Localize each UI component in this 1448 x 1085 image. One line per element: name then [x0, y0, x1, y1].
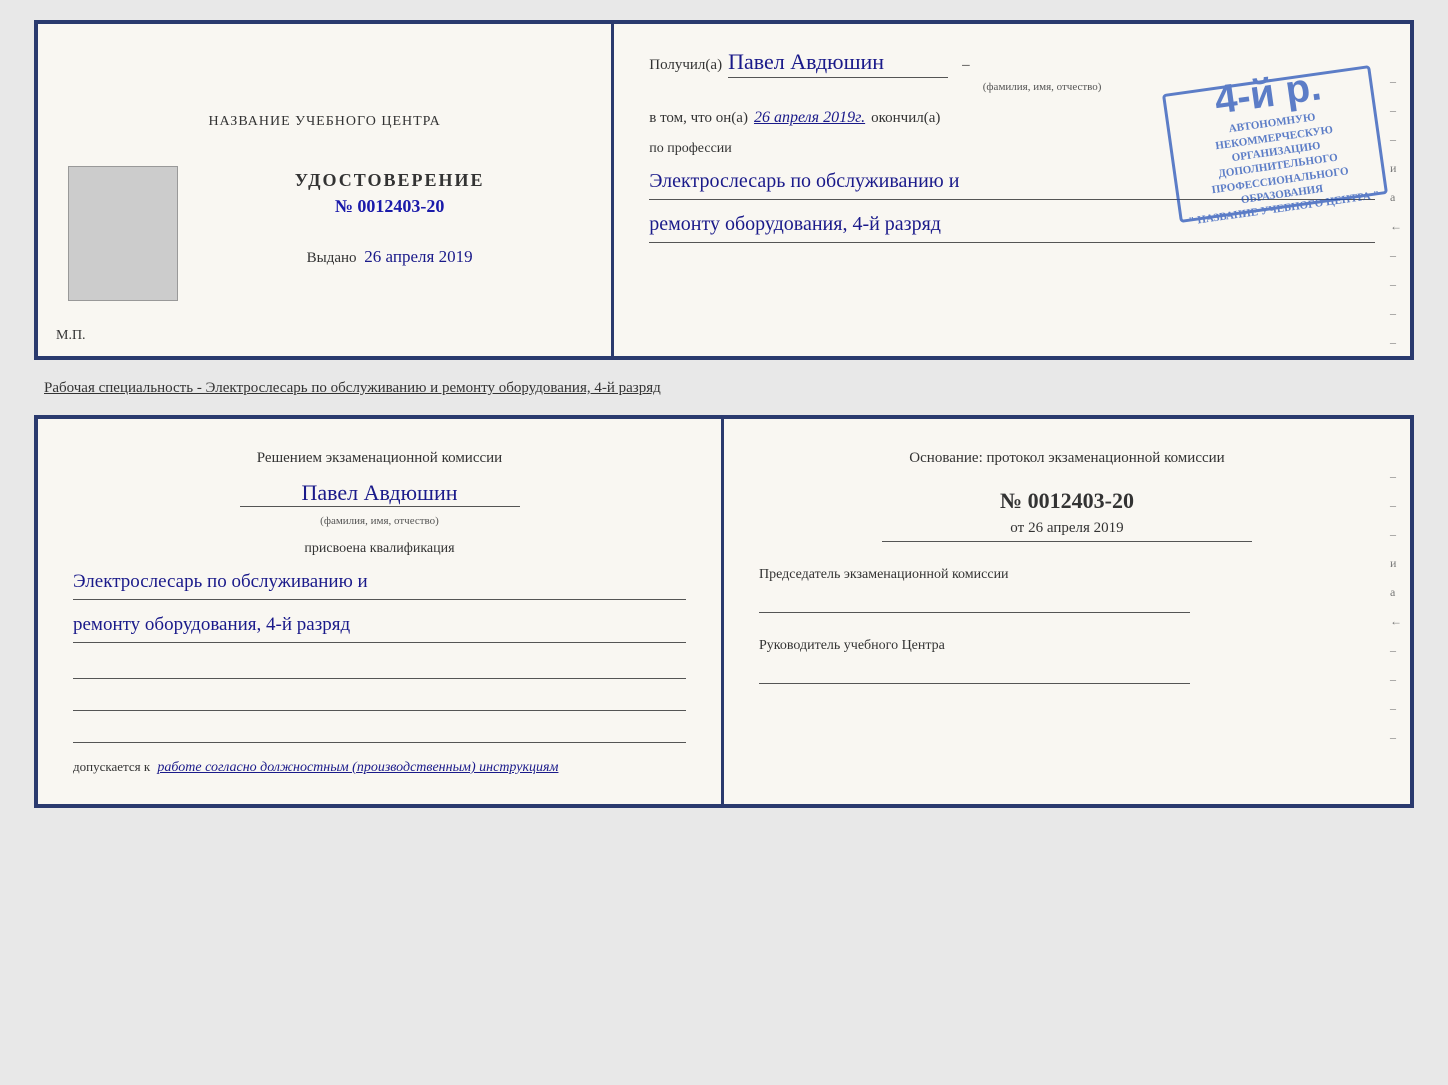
- sig-line-3: [73, 721, 686, 743]
- basis-date-line: от 26 апреля 2019: [882, 520, 1252, 542]
- allowed-prefix: допускается к: [73, 759, 150, 774]
- bmark3: –: [1390, 527, 1402, 542]
- cert-bottom-right: Основание: протокол экзаменационной коми…: [724, 419, 1410, 804]
- bmark1: –: [1390, 469, 1402, 484]
- allowed-text: работе согласно должностным (производств…: [157, 760, 558, 775]
- director-label: Руководитель учебного Центра: [759, 635, 1375, 656]
- mark7: –: [1390, 248, 1402, 263]
- issued-date: 26 апреля 2019: [364, 247, 472, 266]
- certificate-top: НАЗВАНИЕ УЧЕБНОГО ЦЕНТРА УДОСТОВЕРЕНИЕ №…: [34, 20, 1414, 360]
- mark2: –: [1390, 103, 1402, 118]
- bmark6: ←: [1390, 614, 1402, 629]
- mark10: –: [1390, 335, 1402, 350]
- mark5: а: [1390, 190, 1402, 205]
- middle-text: Рабочая специальность - Электрослесарь п…: [34, 378, 1414, 397]
- stamp-overlay: 4-й р. АВТОНОМНУЮ НЕКОММЕРЧЕСКУЮ ОРГАНИЗ…: [1162, 65, 1388, 223]
- recipient-name: Павел Авдюшин: [728, 49, 948, 78]
- bmark7: –: [1390, 643, 1402, 658]
- basis-title: Основание: протокол экзаменационной коми…: [759, 447, 1375, 470]
- cert-bottom-left: Решением экзаменационной комиссии Павел …: [38, 419, 724, 804]
- basis-number: № 0012403-20: [759, 488, 1375, 514]
- bmark4: и: [1390, 556, 1402, 571]
- bottom-side-marks: – – – и а ← – – – –: [1390, 469, 1402, 745]
- bmark9: –: [1390, 701, 1402, 716]
- allowed-label: допускается к работе согласно должностны…: [73, 759, 686, 776]
- chairman-sig-line: [759, 591, 1190, 613]
- page-wrapper: НАЗВАНИЕ УЧЕБНОГО ЦЕНТРА УДОСТОВЕРЕНИЕ №…: [34, 20, 1414, 808]
- bmark10: –: [1390, 730, 1402, 745]
- photo-placeholder: [68, 166, 178, 301]
- basis-date-prefix: от: [1010, 520, 1024, 537]
- bottom-title: Решением экзаменационной комиссии: [73, 447, 686, 470]
- bmark5: а: [1390, 585, 1402, 600]
- mark4: и: [1390, 161, 1402, 176]
- bottom-name-subtitle: (фамилия, имя, отчество): [73, 515, 686, 527]
- cert-right: Получил(а) Павел Авдюшин – (фамилия, имя…: [614, 24, 1410, 356]
- in-that-finished: окончил(а): [871, 110, 940, 127]
- issued-line: Выдано 26 апреля 2019: [307, 247, 473, 267]
- recipient-prefix: Получил(а): [649, 57, 722, 74]
- cert-title: УДОСТОВЕРЕНИЕ: [295, 170, 485, 191]
- mark9: –: [1390, 306, 1402, 321]
- certificate-bottom: Решением экзаменационной комиссии Павел …: [34, 415, 1414, 808]
- side-marks: – – – и а ← – – – –: [1390, 74, 1402, 350]
- director-sig-line: [759, 662, 1190, 684]
- chairman-label: Председатель экзаменационной комиссии: [759, 564, 1375, 585]
- cert-left: НАЗВАНИЕ УЧЕБНОГО ЦЕНТРА УДОСТОВЕРЕНИЕ №…: [38, 24, 614, 356]
- assigned-label: присвоена квалификация: [73, 541, 686, 557]
- cert-title-block: УДОСТОВЕРЕНИЕ № 0012403-20: [295, 170, 485, 217]
- bottom-name: Павел Авдюшин: [240, 480, 520, 507]
- basis-date: 26 апреля 2019: [1028, 520, 1124, 537]
- issued-label: Выдано: [307, 250, 357, 266]
- mark1: –: [1390, 74, 1402, 89]
- bottom-profession-line2: ремонту оборудования, 4-й разряд: [73, 608, 686, 643]
- signature-lines: [73, 657, 686, 743]
- mark3: –: [1390, 132, 1402, 147]
- mark8: –: [1390, 277, 1402, 292]
- mark6: ←: [1390, 219, 1402, 234]
- in-that-prefix: в том, что он(а): [649, 110, 748, 127]
- sig-line-1: [73, 657, 686, 679]
- bmark2: –: [1390, 498, 1402, 513]
- cert-number: № 0012403-20: [295, 196, 485, 217]
- bmark8: –: [1390, 672, 1402, 687]
- bottom-profession-line1: Электрослесарь по обслуживанию и: [73, 565, 686, 600]
- sig-line-2: [73, 689, 686, 711]
- in-that-date: 26 апреля 2019г.: [754, 109, 865, 127]
- school-name-top: НАЗВАНИЕ УЧЕБНОГО ЦЕНТРА: [208, 114, 440, 130]
- mp-label: М.П.: [56, 328, 86, 344]
